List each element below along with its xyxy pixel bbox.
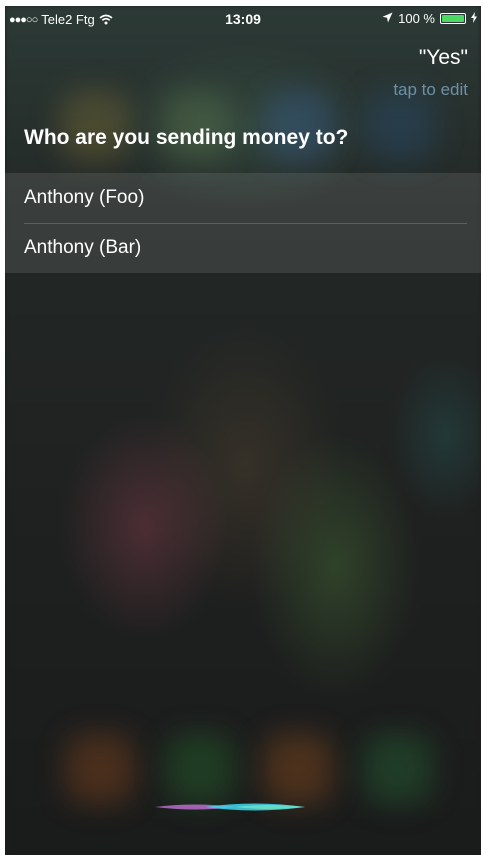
siri-screen: ●●●○○ Tele2 Ftg 13:09 100 % "Yes" tap to… [5,6,481,855]
battery-level [442,15,464,22]
blurred-dock-icon [263,734,333,804]
battery-icon [440,13,466,24]
battery-percentage: 100 % [398,11,435,26]
recipient-option-label: Anthony (Bar) [24,237,142,258]
status-bar: ●●●○○ Tele2 Ftg 13:09 100 % [5,6,481,32]
siri-waveform-icon[interactable] [5,796,481,818]
blurred-dock-icon [165,734,235,804]
recipient-option-label: Anthony (Foo) [24,187,145,208]
blurred-dock-icon [65,734,135,804]
recipient-options-list: Anthony (Foo) Anthony (Bar) [5,173,481,273]
siri-question: Who are you sending money to? [24,126,349,149]
recipient-option[interactable]: Anthony (Bar) [5,223,481,273]
charging-icon [471,11,477,26]
blurred-dock-icon [363,734,433,804]
location-arrow-icon [382,11,393,26]
blurred-app-icon [365,91,435,161]
spoken-utterance: "Yes" [418,46,468,69]
recipient-option[interactable]: Anthony (Foo) [5,173,481,223]
tap-to-edit-link[interactable]: tap to edit [393,80,468,100]
